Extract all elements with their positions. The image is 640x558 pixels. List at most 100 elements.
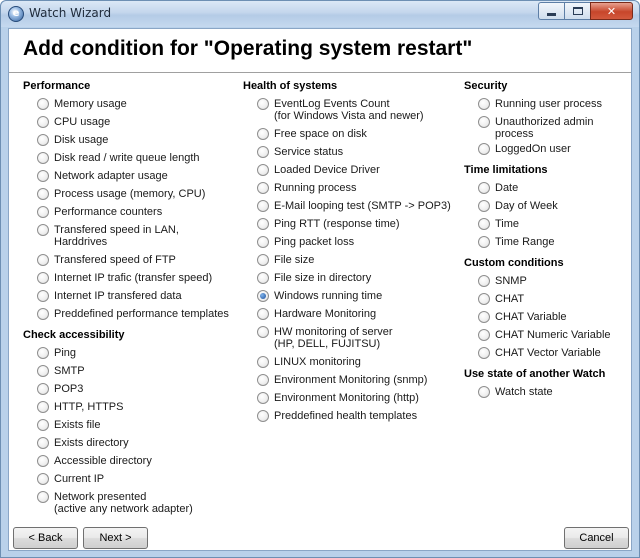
radio-option-free-space-on-disk[interactable]: Free space on disk (243, 125, 461, 143)
radio-option-internet-ip-trafic-transfer-speed[interactable]: Internet IP trafic (transfer speed) (23, 269, 239, 287)
radio-option-label[interactable]: Preddefined performance templates (54, 305, 229, 320)
radio-unchecked-icon[interactable] (257, 236, 269, 248)
radio-option-accessible-directory[interactable]: Accessible directory (23, 452, 239, 470)
radio-option-label[interactable]: Environment Monitoring (http) (274, 389, 419, 404)
close-button[interactable]: ✕ (590, 2, 633, 20)
radio-option-label[interactable]: Ping RTT (response time) (274, 215, 400, 230)
radio-unchecked-icon[interactable] (257, 392, 269, 404)
radio-option-memory-usage[interactable]: Memory usage (23, 95, 239, 113)
radio-option-hw-monitoring-of-server-hp-dell-fujitsu[interactable]: HW monitoring of server (HP, DELL, FUJIT… (243, 323, 461, 353)
radio-option-loaded-device-driver[interactable]: Loaded Device Driver (243, 161, 461, 179)
radio-option-label[interactable]: EventLog Events Count (for Windows Vista… (274, 95, 424, 122)
next-button[interactable]: Next > (83, 527, 148, 549)
radio-option-label[interactable]: CPU usage (54, 113, 110, 128)
radio-option-transfered-speed-of-ftp[interactable]: Transfered speed of FTP (23, 251, 239, 269)
radio-unchecked-icon[interactable] (37, 437, 49, 449)
radio-unchecked-icon[interactable] (37, 308, 49, 320)
radio-unchecked-icon[interactable] (478, 218, 490, 230)
radio-unchecked-icon[interactable] (478, 329, 490, 341)
radio-unchecked-icon[interactable] (478, 143, 490, 155)
radio-option-unauthorized-admin-process[interactable]: Unauthorized admin process (464, 113, 629, 140)
radio-option-label[interactable]: Network adapter usage (54, 167, 168, 182)
radio-option-label[interactable]: HTTP, HTTPS (54, 398, 123, 413)
radio-option-label[interactable]: Running process (274, 179, 357, 194)
radio-option-label[interactable]: Process usage (memory, CPU) (54, 185, 205, 200)
radio-unchecked-icon[interactable] (257, 146, 269, 158)
radio-option-label[interactable]: Internet IP trafic (transfer speed) (54, 269, 212, 284)
radio-option-label[interactable]: Exists directory (54, 434, 129, 449)
radio-option-label[interactable]: HW monitoring of server (HP, DELL, FUJIT… (274, 323, 393, 350)
radio-unchecked-icon[interactable] (478, 236, 490, 248)
radio-option-cpu-usage[interactable]: CPU usage (23, 113, 239, 131)
radio-unchecked-icon[interactable] (37, 347, 49, 359)
radio-option-process-usage-memory-cpu[interactable]: Process usage (memory, CPU) (23, 185, 239, 203)
radio-option-internet-ip-transfered-data[interactable]: Internet IP transfered data (23, 287, 239, 305)
radio-option-http-https[interactable]: HTTP, HTTPS (23, 398, 239, 416)
radio-option-label[interactable]: Current IP (54, 470, 104, 485)
radio-option-exists-directory[interactable]: Exists directory (23, 434, 239, 452)
radio-option-label[interactable]: LINUX monitoring (274, 353, 361, 368)
radio-option-label[interactable]: Ping packet loss (274, 233, 354, 248)
radio-unchecked-icon[interactable] (37, 152, 49, 164)
radio-option-running-process[interactable]: Running process (243, 179, 461, 197)
radio-unchecked-icon[interactable] (478, 275, 490, 287)
radio-unchecked-icon[interactable] (257, 128, 269, 140)
radio-option-disk-read-write-queue-length[interactable]: Disk read / write queue length (23, 149, 239, 167)
radio-option-pop3[interactable]: POP3 (23, 380, 239, 398)
radio-option-label[interactable]: Service status (274, 143, 343, 158)
radio-option-disk-usage[interactable]: Disk usage (23, 131, 239, 149)
radio-unchecked-icon[interactable] (257, 374, 269, 386)
radio-unchecked-icon[interactable] (37, 401, 49, 413)
radio-option-label[interactable]: Exists file (54, 416, 100, 431)
radio-option-windows-running-time[interactable]: Windows running time (243, 287, 461, 305)
maximize-button[interactable] (564, 2, 590, 20)
radio-option-label[interactable]: Windows running time (274, 287, 382, 302)
radio-option-network-adapter-usage[interactable]: Network adapter usage (23, 167, 239, 185)
radio-option-time-range[interactable]: Time Range (464, 233, 629, 251)
radio-unchecked-icon[interactable] (257, 272, 269, 284)
radio-unchecked-icon[interactable] (478, 311, 490, 323)
radio-unchecked-icon[interactable] (37, 419, 49, 431)
radio-option-label[interactable]: Transfered speed in LAN, Harddrives (54, 221, 179, 248)
back-button[interactable]: < Back (13, 527, 78, 549)
radio-option-label[interactable]: Date (495, 179, 518, 194)
radio-option-ping-packet-loss[interactable]: Ping packet loss (243, 233, 461, 251)
radio-option-environment-monitoring-http[interactable]: Environment Monitoring (http) (243, 389, 461, 407)
radio-option-label[interactable]: Free space on disk (274, 125, 367, 140)
radio-option-chat-vector-variable[interactable]: CHAT Vector Variable (464, 344, 629, 362)
radio-option-eventlog-events-count-for-windows-vista-and-newer[interactable]: EventLog Events Count (for Windows Vista… (243, 95, 461, 125)
radio-option-linux-monitoring[interactable]: LINUX monitoring (243, 353, 461, 371)
radio-option-label[interactable]: Transfered speed of FTP (54, 251, 176, 266)
radio-option-label[interactable]: Preddefined health templates (274, 407, 417, 422)
radio-option-watch-state[interactable]: Watch state (464, 383, 629, 401)
radio-option-time[interactable]: Time (464, 215, 629, 233)
radio-option-label[interactable]: Day of Week (495, 197, 558, 212)
radio-unchecked-icon[interactable] (257, 326, 269, 338)
radio-option-file-size[interactable]: File size (243, 251, 461, 269)
radio-option-service-status[interactable]: Service status (243, 143, 461, 161)
radio-option-label[interactable]: E-Mail looping test (SMTP -> POP3) (274, 197, 451, 212)
radio-unchecked-icon[interactable] (37, 491, 49, 503)
radio-option-smtp[interactable]: SMTP (23, 362, 239, 380)
radio-option-label[interactable]: File size in directory (274, 269, 371, 284)
radio-option-label[interactable]: Network presented (active any network ad… (54, 488, 193, 515)
radio-unchecked-icon[interactable] (37, 383, 49, 395)
radio-option-label[interactable]: Accessible directory (54, 452, 152, 467)
radio-option-label[interactable]: LoggedOn user (495, 140, 571, 155)
radio-option-label[interactable]: Hardware Monitoring (274, 305, 376, 320)
radio-unchecked-icon[interactable] (478, 200, 490, 212)
radio-option-label[interactable]: Memory usage (54, 95, 127, 110)
radio-unchecked-icon[interactable] (37, 98, 49, 110)
radio-option-label[interactable]: File size (274, 251, 314, 266)
radio-unchecked-icon[interactable] (478, 98, 490, 110)
radio-option-label[interactable]: POP3 (54, 380, 83, 395)
radio-option-ping[interactable]: Ping (23, 344, 239, 362)
radio-option-loggedon-user[interactable]: LoggedOn user (464, 140, 629, 158)
radio-option-hardware-monitoring[interactable]: Hardware Monitoring (243, 305, 461, 323)
radio-option-label[interactable]: Disk read / write queue length (54, 149, 200, 164)
radio-unchecked-icon[interactable] (257, 164, 269, 176)
radio-unchecked-icon[interactable] (257, 98, 269, 110)
radio-option-chat-variable[interactable]: CHAT Variable (464, 308, 629, 326)
cancel-button[interactable]: Cancel (564, 527, 629, 549)
radio-unchecked-icon[interactable] (37, 290, 49, 302)
